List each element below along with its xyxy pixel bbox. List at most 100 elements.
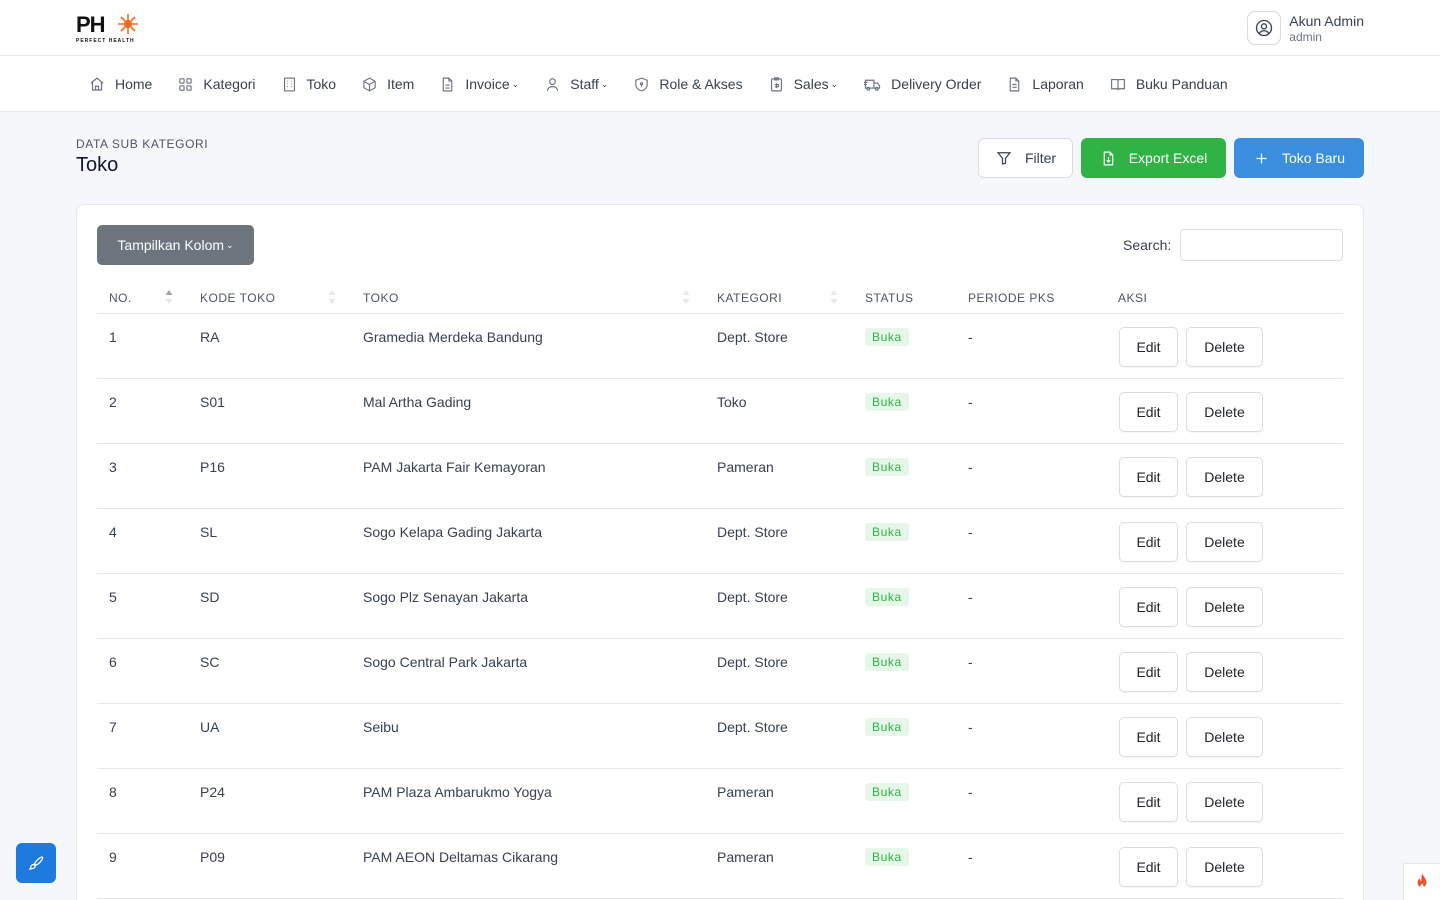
user-menu[interactable]: Akun Admin admin: [1247, 10, 1364, 46]
nav-item-delivery-order[interactable]: Delivery Order: [863, 76, 981, 93]
table-row: 1 RA Gramedia Merdeka Bandung Dept. Stor…: [97, 314, 1343, 379]
export-label: Export Excel: [1128, 150, 1208, 166]
table-row: 8 P24 PAM Plaza Ambarukmo Yogya Pameran …: [97, 769, 1343, 834]
nav-item-invoice[interactable]: Invoice ⌄: [439, 76, 519, 93]
cell-toko: PAM AEON Deltamas Cikarang: [363, 849, 559, 865]
cell-kode: P24: [200, 784, 225, 800]
nav-label: Toko: [306, 76, 337, 92]
cell-periode: -: [968, 394, 973, 410]
delete-button[interactable]: Delete: [1186, 587, 1263, 627]
cell-no: 5: [109, 589, 117, 605]
delete-button[interactable]: Delete: [1186, 392, 1263, 432]
edit-button[interactable]: Edit: [1119, 782, 1178, 822]
edit-button[interactable]: Edit: [1119, 392, 1178, 432]
fire-button[interactable]: [1403, 863, 1440, 900]
delete-button[interactable]: Delete: [1186, 782, 1263, 822]
status-badge: Buka: [865, 653, 909, 671]
table-card: Tampilkan Kolom ⌄ Search: NO. KODE TOKO T…: [76, 204, 1364, 900]
cell-toko: Sogo Plz Senayan Jakarta: [363, 589, 528, 605]
nav-label: Buku Panduan: [1135, 76, 1228, 92]
cell-kode: S01: [200, 394, 225, 410]
show-columns-button[interactable]: Tampilkan Kolom ⌄: [97, 225, 254, 265]
nav-item-item[interactable]: Item: [361, 76, 414, 93]
file-text-icon: [1010, 77, 1020, 91]
th-no[interactable]: NO.: [109, 291, 132, 305]
sort-icon[interactable]: [328, 289, 336, 305]
th-kode-toko[interactable]: KODE TOKO: [200, 291, 275, 305]
delete-button[interactable]: Delete: [1186, 652, 1263, 692]
nav-item-role-akses[interactable]: Role & Akses: [633, 76, 743, 93]
nav-label: Invoice: [465, 76, 510, 92]
file-invoice-icon: [443, 77, 453, 91]
box-icon: [363, 76, 376, 92]
nav-item-toko[interactable]: Toko: [281, 76, 337, 93]
th-toko[interactable]: TOKO: [363, 291, 399, 305]
shield-icon: [635, 77, 649, 91]
new-store-button[interactable]: Toko Baru: [1234, 138, 1364, 178]
home-icon: [90, 77, 104, 91]
file-download-icon: [1103, 151, 1114, 165]
export-excel-button[interactable]: Export Excel: [1081, 138, 1226, 178]
nav-item-sales[interactable]: Sales ⌄: [768, 76, 839, 93]
chevron-down-icon: ⌄: [830, 78, 839, 89]
table-row: 9 P09 PAM AEON Deltamas Cikarang Pameran…: [97, 834, 1343, 899]
edit-button[interactable]: Edit: [1119, 457, 1178, 497]
delete-button[interactable]: Delete: [1186, 847, 1263, 887]
logo-text: PH: [76, 12, 106, 37]
cell-periode: -: [968, 459, 973, 475]
cell-no: 4: [109, 524, 117, 540]
delete-button[interactable]: Delete: [1186, 717, 1263, 757]
edit-button[interactable]: Edit: [1119, 717, 1178, 757]
delete-button[interactable]: Delete: [1186, 327, 1263, 367]
theme-settings-button[interactable]: [16, 843, 56, 883]
user-icon: [547, 77, 559, 91]
cell-toko: PAM Jakarta Fair Kemayoran: [363, 459, 546, 475]
table-row: 3 P16 PAM Jakarta Fair Kemayoran Pameran…: [97, 444, 1343, 509]
search-input[interactable]: [1180, 229, 1343, 261]
sort-icon[interactable]: [830, 289, 838, 305]
status-badge: Buka: [865, 848, 909, 866]
nav-item-home[interactable]: Home: [88, 75, 152, 93]
delete-button[interactable]: Delete: [1186, 457, 1263, 497]
table-row: 4 SL Sogo Kelapa Gading Jakarta Dept. St…: [97, 509, 1343, 574]
nav-item-staff[interactable]: Staff ⌄: [544, 76, 608, 93]
cell-kategori: Dept. Store: [717, 654, 788, 670]
th-kategori[interactable]: KATEGORI: [717, 291, 782, 305]
nav-item-kategori[interactable]: Kategori: [177, 76, 256, 93]
cell-kode: SL: [200, 524, 218, 540]
cell-periode: -: [968, 654, 973, 670]
edit-button[interactable]: Edit: [1119, 522, 1178, 562]
sort-icon[interactable]: [682, 289, 690, 305]
cell-kategori: Dept. Store: [717, 719, 788, 735]
cell-periode: -: [968, 524, 973, 540]
delete-button[interactable]: Delete: [1186, 522, 1263, 562]
table-row: 5 SD Sogo Plz Senayan Jakarta Dept. Stor…: [97, 574, 1343, 639]
brand-logo[interactable]: PH PERFECT HEALTH: [76, 12, 140, 46]
chevron-down-icon: ⌄: [511, 78, 520, 89]
th-status: STATUS: [865, 291, 914, 305]
edit-button[interactable]: Edit: [1119, 652, 1178, 692]
cell-no: 9: [109, 849, 117, 865]
nav-item-buku-panduan[interactable]: Buku Panduan: [1109, 76, 1228, 93]
edit-button[interactable]: Edit: [1119, 847, 1178, 887]
building-icon: [283, 77, 295, 91]
page-title: Toko: [76, 154, 119, 176]
nav-item-laporan[interactable]: Laporan: [1006, 76, 1084, 93]
user-circle-icon: [1247, 11, 1282, 45]
cell-toko: Sogo Central Park Jakarta: [363, 654, 528, 670]
main-nav: Home Kategori Toko Item Invoice ⌄ Staff ⌄ …: [0, 56, 1440, 112]
cell-toko: Seibu: [363, 719, 399, 735]
clipboard-icon: [770, 76, 782, 91]
table-header: NO. KODE TOKO TOKO KATEGORI STATUS PERIO…: [97, 283, 1343, 314]
filter-button[interactable]: Filter: [978, 138, 1073, 178]
edit-button[interactable]: Edit: [1119, 327, 1178, 367]
cell-kode: UA: [200, 719, 220, 735]
fire-icon: [1417, 873, 1427, 889]
cell-kode: P09: [200, 849, 225, 865]
chevron-down-icon: ⌄: [600, 78, 609, 89]
cell-no: 1: [109, 329, 117, 345]
sort-icon[interactable]: [165, 289, 173, 305]
cell-kategori: Dept. Store: [717, 524, 788, 540]
edit-button[interactable]: Edit: [1119, 587, 1178, 627]
cell-no: 8: [109, 784, 117, 800]
